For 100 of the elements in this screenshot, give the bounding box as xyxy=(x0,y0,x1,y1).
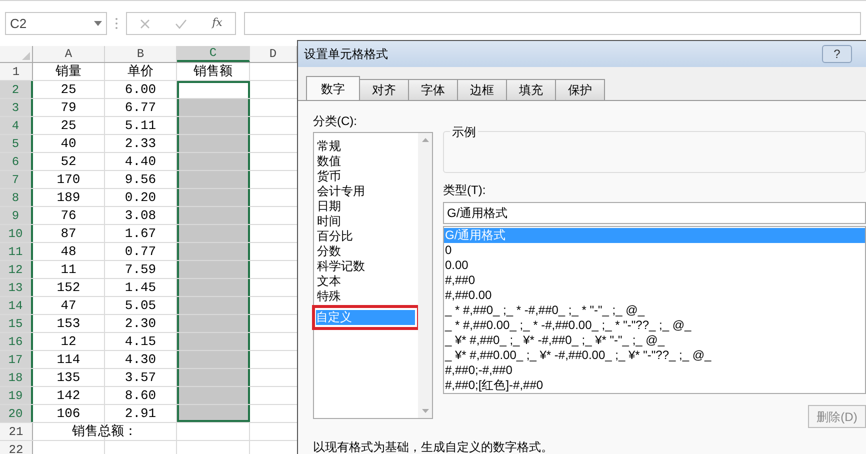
type-item[interactable]: #,##0;-#,##0 xyxy=(444,363,865,378)
row-header[interactable]: 8 xyxy=(0,189,33,206)
category-label: 分类(C): xyxy=(313,113,358,129)
cell-text: 0.20 xyxy=(124,188,156,207)
row-header[interactable]: 16 xyxy=(0,333,33,350)
row-header[interactable]: 13 xyxy=(0,279,33,296)
selected-cell[interactable] xyxy=(177,243,250,260)
selected-cell[interactable] xyxy=(177,351,250,368)
scroll-up-icon[interactable] xyxy=(422,138,428,142)
type-item[interactable]: _ ¥* #,##0.00_ ;_ ¥* -#,##0.00_ ;_ ¥* "-"??_ ;_ @_ xyxy=(444,348,865,363)
selected-cell[interactable] xyxy=(177,189,250,206)
cell-text: 48 xyxy=(60,242,76,261)
row-header[interactable]: 21 xyxy=(0,423,33,440)
type-field[interactable]: G/通用格式 xyxy=(443,202,866,224)
category-item[interactable]: 会计专用 xyxy=(316,184,416,199)
tab[interactable]: 数字 xyxy=(306,76,360,100)
selected-cell[interactable] xyxy=(177,207,250,224)
cell-text: 152 xyxy=(56,278,80,297)
tab[interactable]: 填充 xyxy=(506,79,556,100)
selected-cell[interactable] xyxy=(177,279,250,296)
column-header[interactable]: A xyxy=(33,46,105,62)
type-item[interactable]: _ ¥* #,##0_ ;_ ¥* -#,##0_ ;_ ¥* "-"_ ;_ @_ xyxy=(444,333,865,348)
grip-icon xyxy=(115,17,118,30)
cell-text: 4.40 xyxy=(124,152,156,171)
type-item[interactable]: 0 xyxy=(444,243,865,258)
tab[interactable]: 边框 xyxy=(457,79,507,100)
selected-cell[interactable] xyxy=(177,315,250,332)
category-item[interactable]: 科学记数 xyxy=(316,259,416,274)
row-header[interactable]: 11 xyxy=(0,243,33,260)
row-header[interactable]: 4 xyxy=(0,117,33,134)
close-icon[interactable] xyxy=(140,18,150,28)
row-header[interactable]: 10 xyxy=(0,225,33,242)
category-item[interactable]: 货币 xyxy=(316,169,416,184)
selected-cell[interactable] xyxy=(177,117,250,134)
type-item[interactable]: #,##0.00 xyxy=(444,288,865,303)
row-header[interactable]: 12 xyxy=(0,261,33,278)
cell-text: 135 xyxy=(56,368,80,387)
cell-text: 87 xyxy=(60,224,76,243)
type-item[interactable]: #,##0;[红色]-#,##0 xyxy=(444,378,865,393)
cell-text: 5.11 xyxy=(124,116,156,135)
row-header[interactable]: 2 xyxy=(0,81,33,98)
help-button[interactable]: ? xyxy=(822,45,852,63)
row-header[interactable]: 1 xyxy=(0,63,33,80)
type-item[interactable]: 0.00 xyxy=(444,258,865,273)
function-button[interactable]: fx xyxy=(212,15,222,32)
category-item[interactable]: 日期 xyxy=(316,199,416,214)
selected-cell[interactable] xyxy=(177,387,250,404)
selected-cell[interactable] xyxy=(177,405,250,422)
selected-cell[interactable] xyxy=(177,171,250,188)
row-header[interactable]: 5 xyxy=(0,135,33,152)
type-item[interactable]: _ * #,##0_ ;_ * -#,##0_ ;_ * "-"_ ;_ @_ xyxy=(444,303,865,318)
category-item[interactable]: 分数 xyxy=(316,244,416,259)
selected-cell[interactable] xyxy=(177,153,250,170)
name-box[interactable]: C2 xyxy=(5,12,107,35)
tab[interactable]: 保护 xyxy=(555,79,605,100)
scroll-down-icon[interactable] xyxy=(422,409,428,413)
row-header[interactable]: 9 xyxy=(0,207,33,224)
category-item[interactable]: 时间 xyxy=(316,214,416,229)
row-header[interactable]: 22 xyxy=(0,441,33,454)
cell-text: 5.05 xyxy=(124,296,156,315)
check-icon[interactable] xyxy=(174,18,187,28)
type-item[interactable]: #,##0 xyxy=(444,273,865,288)
cell-text: 2.91 xyxy=(124,404,156,423)
row-header[interactable]: 15 xyxy=(0,315,33,332)
cell-text: 189 xyxy=(56,188,80,207)
cell-text: 76 xyxy=(60,206,76,225)
row-header[interactable]: 3 xyxy=(0,99,33,116)
selected-cell[interactable] xyxy=(177,297,250,314)
selected-cell[interactable] xyxy=(177,369,250,386)
selected-cell[interactable] xyxy=(177,225,250,242)
type-list[interactable] xyxy=(443,226,866,394)
category-item[interactable]: 数值 xyxy=(316,154,416,169)
active-cell[interactable] xyxy=(177,81,250,98)
cell-text: 170 xyxy=(56,170,80,189)
row-header[interactable]: 17 xyxy=(0,351,33,368)
tab[interactable]: 对齐 xyxy=(359,79,409,100)
selected-cell[interactable] xyxy=(177,333,250,350)
column-header[interactable]: C xyxy=(177,46,250,62)
category-item[interactable]: 常规 xyxy=(316,139,416,154)
row-header[interactable]: 7 xyxy=(0,171,33,188)
tab[interactable]: 字体 xyxy=(408,79,458,100)
row-header[interactable]: 20 xyxy=(0,405,33,422)
category-item[interactable]: 文本 xyxy=(316,274,416,289)
selected-cell[interactable] xyxy=(177,135,250,152)
selected-cell[interactable] xyxy=(177,261,250,278)
type-item[interactable]: _ * #,##0.00_ ;_ * -#,##0.00_ ;_ * "-"??_ ;_ @_ xyxy=(444,318,865,333)
cell-text: 7.59 xyxy=(124,260,156,279)
cell-text: 1.67 xyxy=(124,224,156,243)
row-header[interactable]: 6 xyxy=(0,153,33,170)
category-item[interactable]: 百分比 xyxy=(316,229,416,244)
cell-text: 3.57 xyxy=(124,368,156,387)
formula-field[interactable] xyxy=(244,12,861,35)
cell-text: 2.30 xyxy=(124,314,156,333)
selected-cell[interactable] xyxy=(177,99,250,116)
cell-text: 6.77 xyxy=(124,98,156,117)
row-header[interactable]: 19 xyxy=(0,387,33,404)
row-header[interactable]: 14 xyxy=(0,297,33,314)
row-header[interactable]: 18 xyxy=(0,369,33,386)
category-item[interactable]: 特殊 xyxy=(316,289,416,304)
category-list[interactable]: 常规 数值 货币 会计专用 日期 时间 百分比 分数 科学记数 文本 特殊 自定义 xyxy=(313,132,433,419)
